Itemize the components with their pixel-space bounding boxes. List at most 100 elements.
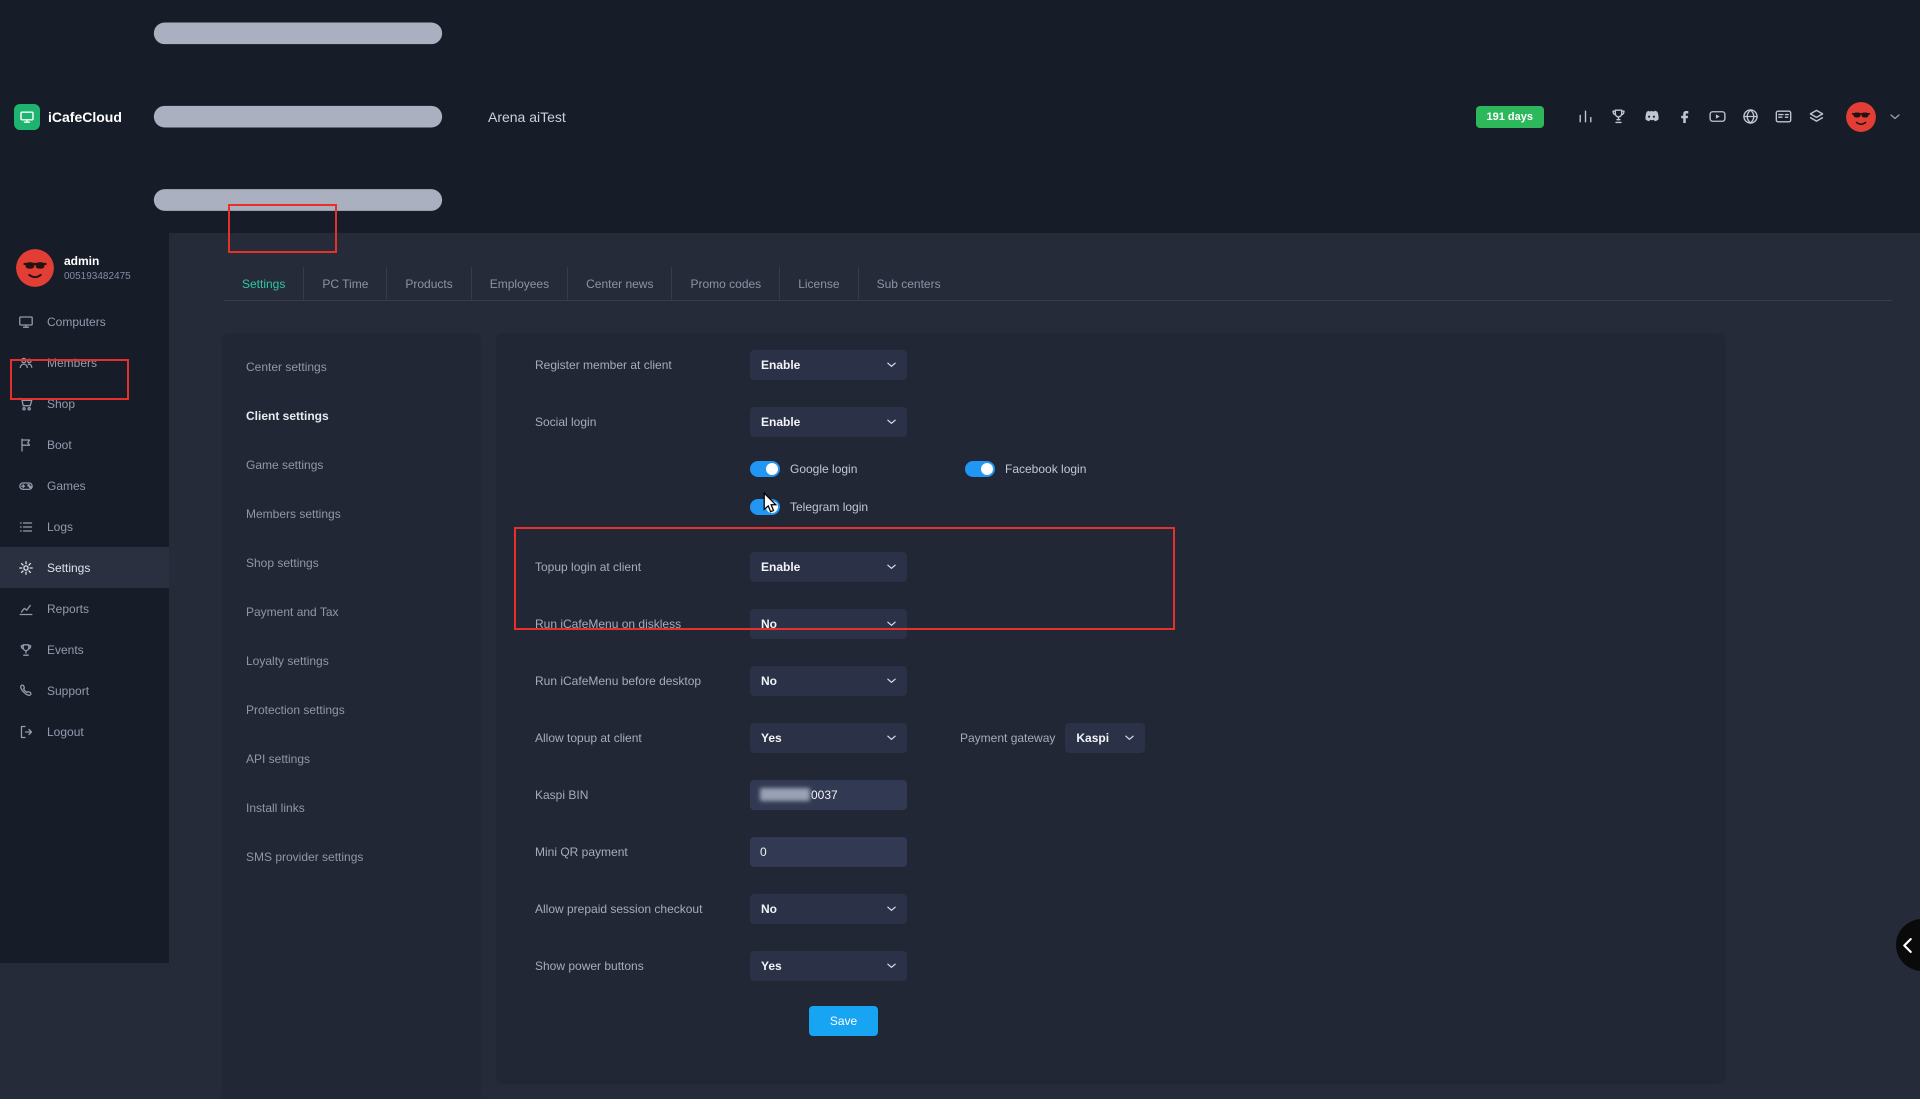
form-row-allow-prepaid: Allow prepaid session checkout No — [535, 880, 1724, 937]
chevron-down-icon — [887, 678, 896, 684]
form-row-allow-topup: Allow topup at client Yes Payment gatewa… — [535, 709, 1724, 766]
license-days-badge[interactable]: 191 days — [1476, 106, 1544, 128]
settings-nav-label: Game settings — [246, 458, 323, 472]
tab-label: Center news — [586, 277, 653, 291]
field-label: Kaspi BIN — [535, 788, 750, 802]
topbar: iCafeCloud Arena aiTest 191 days — [0, 0, 1920, 233]
user-avatar[interactable] — [1846, 102, 1876, 132]
toggle-label: Telegram login — [790, 500, 868, 514]
facebook-login-toggle[interactable] — [965, 461, 995, 477]
tab-products[interactable]: Products — [387, 267, 471, 300]
settings-nav-payment-and-tax[interactable]: Payment and Tax — [224, 587, 479, 636]
telegram-login-toggle[interactable] — [750, 499, 780, 515]
tab-label: Employees — [490, 277, 549, 291]
hamburger-menu-icon[interactable] — [148, 0, 448, 233]
settings-nav-center-settings[interactable]: Center settings — [224, 342, 479, 391]
payment-gateway-select[interactable]: Kaspi — [1065, 723, 1145, 753]
sidebar-item-label: Members — [47, 356, 97, 370]
settings-nav-client-settings[interactable]: Client settings — [224, 391, 479, 440]
sidebar-item-support[interactable]: Support — [0, 670, 169, 711]
show-power-select[interactable]: Yes — [750, 951, 907, 981]
trophy-icon[interactable] — [1609, 107, 1628, 126]
form-row-register-member: Register member at client Enable — [535, 336, 1724, 393]
tab-sub-centers[interactable]: Sub centers — [859, 267, 959, 300]
chart-icon — [18, 601, 34, 617]
users-icon — [18, 355, 34, 371]
facebook-icon[interactable] — [1675, 107, 1694, 126]
sidebar-item-logs[interactable]: Logs — [0, 506, 169, 547]
field-label: Register member at client — [535, 358, 750, 372]
settings-nav-members-settings[interactable]: Members settings — [224, 489, 479, 538]
chevron-down-icon — [887, 621, 896, 627]
sidebar-item-computers[interactable]: Computers — [0, 301, 169, 342]
select-value: Enable — [761, 560, 800, 574]
flag-icon — [18, 437, 34, 453]
discord-icon[interactable] — [1642, 107, 1661, 126]
social-login-select[interactable]: Enable — [750, 407, 907, 437]
tab-employees[interactable]: Employees — [472, 267, 568, 300]
settings-nav-label: Install links — [246, 801, 305, 815]
settings-nav-label: Center settings — [246, 360, 327, 374]
brand[interactable]: iCafeCloud — [14, 104, 136, 130]
logout-icon — [18, 724, 34, 740]
tab-label: PC Time — [322, 277, 368, 291]
sidebar-item-logout[interactable]: Logout — [0, 711, 169, 752]
tabs-bar: Settings PC Time Products Employees Cent… — [224, 267, 1892, 301]
list-icon — [18, 519, 34, 535]
brand-logo-icon — [14, 104, 40, 130]
settings-nav-install-links[interactable]: Install links — [224, 783, 479, 832]
chevron-down-icon — [1125, 735, 1134, 741]
cart-icon — [18, 396, 34, 412]
field-label: Run iCafeMenu before desktop — [535, 674, 750, 688]
globe-icon[interactable] — [1741, 107, 1760, 126]
form-row-run-diskless: Run iCafeMenu on diskless No — [535, 595, 1724, 652]
tab-label: License — [798, 277, 839, 291]
sidebar-item-events[interactable]: Events — [0, 629, 169, 670]
run-diskless-select[interactable]: No — [750, 609, 907, 639]
tab-pc-time[interactable]: PC Time — [304, 267, 387, 300]
form-row-topup-login: Topup login at client Enable — [535, 538, 1724, 595]
run-before-desktop-select[interactable]: No — [750, 666, 907, 696]
tab-license[interactable]: License — [780, 267, 858, 300]
stats-icon[interactable] — [1576, 107, 1595, 126]
settings-nav-sms-provider-settings[interactable]: SMS provider settings — [224, 832, 479, 881]
settings-nav-label: Shop settings — [246, 556, 319, 570]
save-button[interactable]: Save — [809, 1006, 878, 1036]
sidebar-item-label: Logs — [47, 520, 73, 534]
sidebar-item-members[interactable]: Members — [0, 342, 169, 383]
toggle-knob — [766, 463, 778, 475]
tab-center-news[interactable]: Center news — [568, 267, 672, 300]
sidebar-item-label: Shop — [47, 397, 75, 411]
kaspi-bin-input[interactable]: 0037 — [750, 780, 907, 810]
toggle-knob — [981, 463, 993, 475]
social-toggles-row-1: Google login Facebook login — [535, 450, 1724, 488]
sidebar-item-reports[interactable]: Reports — [0, 588, 169, 629]
chevron-down-icon[interactable] — [1890, 114, 1900, 120]
sidebar-item-shop[interactable]: Shop — [0, 383, 169, 424]
tab-promo-codes[interactable]: Promo codes — [672, 267, 780, 300]
sidebar-item-settings[interactable]: Settings — [0, 547, 169, 588]
sidebar-item-games[interactable]: Games — [0, 465, 169, 506]
sidebar-item-label: Events — [47, 643, 84, 657]
allow-topup-select[interactable]: Yes — [750, 723, 907, 753]
register-member-select[interactable]: Enable — [750, 350, 907, 380]
settings-nav-game-settings[interactable]: Game settings — [224, 440, 479, 489]
settings-nav-api-settings[interactable]: API settings — [224, 734, 479, 783]
settings-nav-protection-settings[interactable]: Protection settings — [224, 685, 479, 734]
google-login-toggle[interactable] — [750, 461, 780, 477]
body-row: admin 005193482475 Computers Members Sho… — [0, 233, 1920, 963]
toggle-knob — [766, 501, 778, 513]
topup-login-select[interactable]: Enable — [750, 552, 907, 582]
mini-qr-input[interactable]: 0 — [750, 837, 907, 867]
sidebar-item-boot[interactable]: Boot — [0, 424, 169, 465]
tab-settings[interactable]: Settings — [224, 267, 304, 300]
settings-nav-shop-settings[interactable]: Shop settings — [224, 538, 479, 587]
id-card-icon[interactable] — [1774, 107, 1793, 126]
layers-icon[interactable] — [1807, 107, 1826, 126]
settings-nav-loyalty-settings[interactable]: Loyalty settings — [224, 636, 479, 685]
allow-prepaid-select[interactable]: No — [750, 894, 907, 924]
tab-label: Products — [405, 277, 452, 291]
youtube-icon[interactable] — [1708, 107, 1727, 126]
social-toggles-row-2: Telegram login — [535, 488, 1724, 526]
gear-icon — [18, 560, 34, 576]
